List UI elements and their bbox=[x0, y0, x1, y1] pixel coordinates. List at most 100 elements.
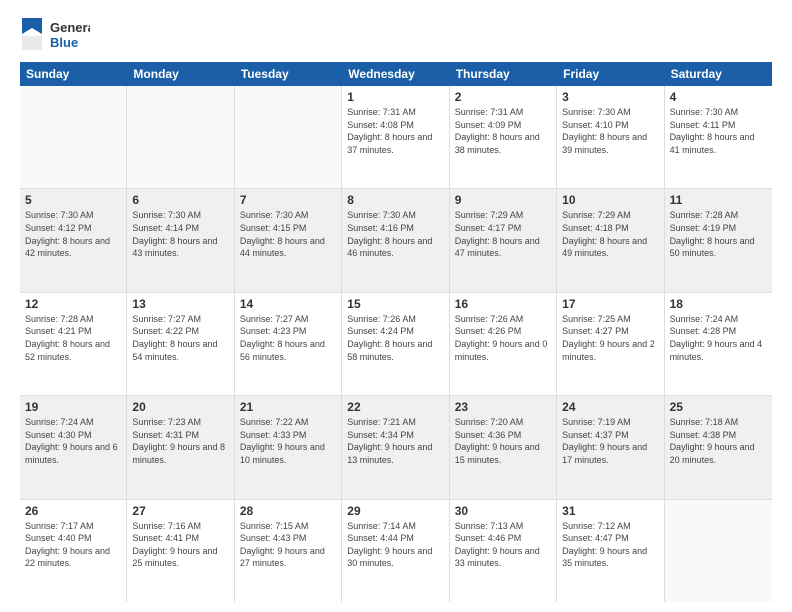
weekday-header: Thursday bbox=[450, 62, 557, 86]
day-number: 9 bbox=[455, 193, 551, 207]
day-info: Sunrise: 7:21 AM Sunset: 4:34 PM Dayligh… bbox=[347, 416, 443, 466]
calendar-cell: 25 Sunrise: 7:18 AM Sunset: 4:38 PM Dayli… bbox=[665, 396, 772, 498]
day-info: Sunrise: 7:27 AM Sunset: 4:23 PM Dayligh… bbox=[240, 313, 336, 363]
calendar-cell: 19Sunrise: 7:24 AM Sunset: 4:30 PM Dayli… bbox=[20, 396, 127, 498]
day-number: 3 bbox=[562, 90, 658, 104]
day-info: Sunrise: 7:18 AM Sunset: 4:38 PM Dayligh… bbox=[670, 416, 767, 466]
day-info: Sunrise: 7:27 AM Sunset: 4:22 PM Dayligh… bbox=[132, 313, 228, 363]
calendar-cell: 16 Sunrise: 7:26 AM Sunset: 4:26 PM Dayli… bbox=[450, 293, 557, 395]
calendar-cell: 26 Sunrise: 7:17 AM Sunset: 4:40 PM Dayli… bbox=[20, 500, 127, 602]
calendar-cell bbox=[127, 86, 234, 188]
day-info: Sunrise: 7:16 AM Sunset: 4:41 PM Dayligh… bbox=[132, 520, 228, 570]
calendar-cell: 27 Sunrise: 7:16 AM Sunset: 4:41 PM Dayli… bbox=[127, 500, 234, 602]
day-info: Sunrise: 7:17 AM Sunset: 4:40 PM Dayligh… bbox=[25, 520, 121, 570]
day-number: 12 bbox=[25, 297, 121, 311]
calendar-cell: 4 Sunrise: 7:30 AM Sunset: 4:11 PM Daylig… bbox=[665, 86, 772, 188]
calendar-cell: 22 Sunrise: 7:21 AM Sunset: 4:34 PM Dayli… bbox=[342, 396, 449, 498]
calendar-row: 12 Sunrise: 7:28 AM Sunset: 4:21 PM Dayli… bbox=[20, 293, 772, 396]
day-info: Sunrise: 7:24 AM Sunset: 4:30 PM Dayligh… bbox=[25, 416, 121, 466]
calendar-cell: 21 Sunrise: 7:22 AM Sunset: 4:33 PM Dayli… bbox=[235, 396, 342, 498]
day-info: Sunrise: 7:12 AM Sunset: 4:47 PM Dayligh… bbox=[562, 520, 658, 570]
day-info: Sunrise: 7:30 AM Sunset: 4:14 PM Dayligh… bbox=[132, 209, 228, 259]
day-number: 15 bbox=[347, 297, 443, 311]
day-number: 20 bbox=[132, 400, 228, 414]
calendar-row: 19Sunrise: 7:24 AM Sunset: 4:30 PM Dayli… bbox=[20, 396, 772, 499]
day-number: 27 bbox=[132, 504, 228, 518]
day-number: 4 bbox=[670, 90, 767, 104]
weekday-header: Sunday bbox=[20, 62, 127, 86]
calendar-cell: 13 Sunrise: 7:27 AM Sunset: 4:22 PM Dayli… bbox=[127, 293, 234, 395]
calendar-cell: 18Sunrise: 7:24 AM Sunset: 4:28 PM Dayli… bbox=[665, 293, 772, 395]
logo-svg: GeneralBlue bbox=[20, 16, 90, 52]
day-info: Sunrise: 7:26 AM Sunset: 4:26 PM Dayligh… bbox=[455, 313, 551, 363]
day-number: 5 bbox=[25, 193, 121, 207]
calendar-cell: 11Sunrise: 7:28 AM Sunset: 4:19 PM Dayli… bbox=[665, 189, 772, 291]
day-number: 28 bbox=[240, 504, 336, 518]
day-number: 18 bbox=[670, 297, 767, 311]
calendar-cell: 3Sunrise: 7:30 AM Sunset: 4:10 PM Daylig… bbox=[557, 86, 664, 188]
day-number: 16 bbox=[455, 297, 551, 311]
day-info: Sunrise: 7:28 AM Sunset: 4:19 PM Dayligh… bbox=[670, 209, 767, 259]
day-info: Sunrise: 7:29 AM Sunset: 4:17 PM Dayligh… bbox=[455, 209, 551, 259]
calendar-header: SundayMondayTuesdayWednesdayThursdayFrid… bbox=[20, 62, 772, 86]
day-number: 25 bbox=[670, 400, 767, 414]
day-number: 21 bbox=[240, 400, 336, 414]
calendar-cell: 1 Sunrise: 7:31 AM Sunset: 4:08 PM Daylig… bbox=[342, 86, 449, 188]
calendar-cell: 31 Sunrise: 7:12 AM Sunset: 4:47 PM Dayli… bbox=[557, 500, 664, 602]
weekday-header: Wednesday bbox=[342, 62, 449, 86]
day-info: Sunrise: 7:25 AM Sunset: 4:27 PM Dayligh… bbox=[562, 313, 658, 363]
calendar-cell: 2 Sunrise: 7:31 AM Sunset: 4:09 PM Daylig… bbox=[450, 86, 557, 188]
day-info: Sunrise: 7:23 AM Sunset: 4:31 PM Dayligh… bbox=[132, 416, 228, 466]
day-info: Sunrise: 7:28 AM Sunset: 4:21 PM Dayligh… bbox=[25, 313, 121, 363]
calendar-cell: 28 Sunrise: 7:15 AM Sunset: 4:43 PM Dayli… bbox=[235, 500, 342, 602]
weekday-header: Friday bbox=[557, 62, 664, 86]
page: GeneralBlue SundayMondayTuesdayWednesday… bbox=[0, 0, 792, 612]
header: GeneralBlue bbox=[20, 16, 772, 52]
calendar-cell: 30Sunrise: 7:13 AM Sunset: 4:46 PM Dayli… bbox=[450, 500, 557, 602]
calendar-cell: 23Sunrise: 7:20 AM Sunset: 4:36 PM Dayli… bbox=[450, 396, 557, 498]
day-info: Sunrise: 7:30 AM Sunset: 4:15 PM Dayligh… bbox=[240, 209, 336, 259]
day-number: 24 bbox=[562, 400, 658, 414]
day-info: Sunrise: 7:30 AM Sunset: 4:11 PM Dayligh… bbox=[670, 106, 767, 156]
calendar-cell: 7 Sunrise: 7:30 AM Sunset: 4:15 PM Daylig… bbox=[235, 189, 342, 291]
day-number: 13 bbox=[132, 297, 228, 311]
day-number: 7 bbox=[240, 193, 336, 207]
day-info: Sunrise: 7:20 AM Sunset: 4:36 PM Dayligh… bbox=[455, 416, 551, 466]
day-info: Sunrise: 7:15 AM Sunset: 4:43 PM Dayligh… bbox=[240, 520, 336, 570]
day-info: Sunrise: 7:31 AM Sunset: 4:08 PM Dayligh… bbox=[347, 106, 443, 156]
day-info: Sunrise: 7:29 AM Sunset: 4:18 PM Dayligh… bbox=[562, 209, 658, 259]
calendar-cell bbox=[235, 86, 342, 188]
day-info: Sunrise: 7:22 AM Sunset: 4:33 PM Dayligh… bbox=[240, 416, 336, 466]
day-number: 31 bbox=[562, 504, 658, 518]
day-number: 22 bbox=[347, 400, 443, 414]
day-info: Sunrise: 7:30 AM Sunset: 4:16 PM Dayligh… bbox=[347, 209, 443, 259]
calendar-cell: 9 Sunrise: 7:29 AM Sunset: 4:17 PM Daylig… bbox=[450, 189, 557, 291]
day-number: 1 bbox=[347, 90, 443, 104]
svg-text:General: General bbox=[50, 20, 90, 35]
calendar-cell: 24Sunrise: 7:19 AM Sunset: 4:37 PM Dayli… bbox=[557, 396, 664, 498]
day-info: Sunrise: 7:26 AM Sunset: 4:24 PM Dayligh… bbox=[347, 313, 443, 363]
day-info: Sunrise: 7:14 AM Sunset: 4:44 PM Dayligh… bbox=[347, 520, 443, 570]
day-number: 6 bbox=[132, 193, 228, 207]
calendar-row: 5 Sunrise: 7:30 AM Sunset: 4:12 PM Daylig… bbox=[20, 189, 772, 292]
calendar-cell: 8Sunrise: 7:30 AM Sunset: 4:16 PM Daylig… bbox=[342, 189, 449, 291]
calendar-body: 1 Sunrise: 7:31 AM Sunset: 4:08 PM Daylig… bbox=[20, 86, 772, 602]
calendar-cell: 5 Sunrise: 7:30 AM Sunset: 4:12 PM Daylig… bbox=[20, 189, 127, 291]
logo: GeneralBlue bbox=[20, 16, 90, 52]
day-number: 26 bbox=[25, 504, 121, 518]
calendar-cell: 12 Sunrise: 7:28 AM Sunset: 4:21 PM Dayli… bbox=[20, 293, 127, 395]
day-number: 14 bbox=[240, 297, 336, 311]
day-number: 2 bbox=[455, 90, 551, 104]
day-number: 10 bbox=[562, 193, 658, 207]
calendar: SundayMondayTuesdayWednesdayThursdayFrid… bbox=[20, 62, 772, 602]
day-info: Sunrise: 7:31 AM Sunset: 4:09 PM Dayligh… bbox=[455, 106, 551, 156]
weekday-header: Saturday bbox=[665, 62, 772, 86]
svg-text:Blue: Blue bbox=[50, 35, 78, 50]
calendar-cell: 10 Sunrise: 7:29 AM Sunset: 4:18 PM Dayli… bbox=[557, 189, 664, 291]
calendar-cell: 29 Sunrise: 7:14 AM Sunset: 4:44 PM Dayli… bbox=[342, 500, 449, 602]
day-info: Sunrise: 7:13 AM Sunset: 4:46 PM Dayligh… bbox=[455, 520, 551, 570]
calendar-cell: 17Sunrise: 7:25 AM Sunset: 4:27 PM Dayli… bbox=[557, 293, 664, 395]
day-info: Sunrise: 7:30 AM Sunset: 4:12 PM Dayligh… bbox=[25, 209, 121, 259]
calendar-cell: 14 Sunrise: 7:27 AM Sunset: 4:23 PM Dayli… bbox=[235, 293, 342, 395]
day-number: 29 bbox=[347, 504, 443, 518]
